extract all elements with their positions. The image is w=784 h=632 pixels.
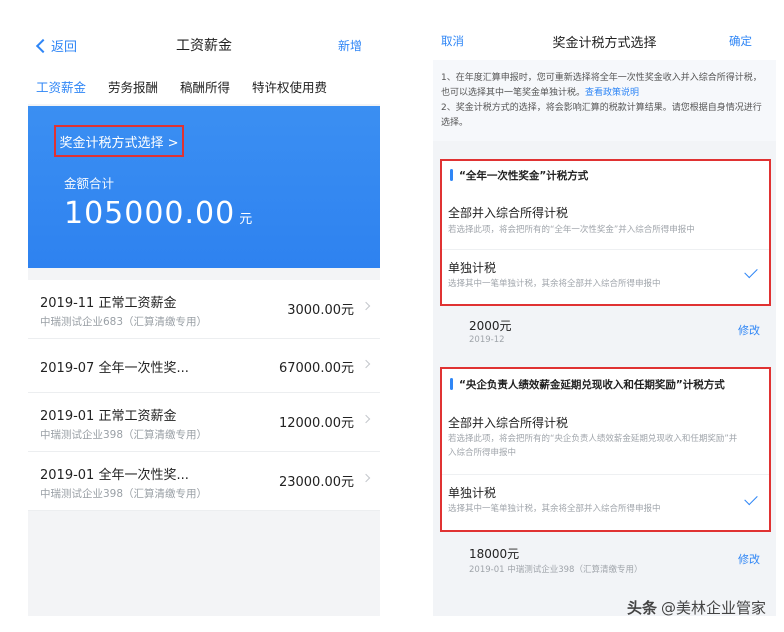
back-label: 返回: [51, 40, 78, 55]
watermark-text: @美林企业管家: [660, 599, 766, 617]
sum-label: 金额合计: [64, 176, 115, 191]
chevron-right-icon: [361, 359, 371, 369]
chevron-right-icon: [361, 301, 371, 311]
watermark: 头条 @美林企业管家: [627, 597, 766, 618]
annual-bonus-section: “全年一次性奖金”计税方式 全部并入综合所得计税 若选择此项，将会把所有的“全年…: [440, 159, 771, 306]
total-amount-unit: 元: [239, 212, 254, 227]
top-nav: 取消 奖金计税方式选择 确定: [433, 22, 776, 60]
policy-link[interactable]: 查看政策说明: [585, 88, 639, 98]
option-title: 单独计税: [448, 486, 497, 500]
amount-date: 2019-01 中瑞测试企业398（汇算清缴专用）: [469, 565, 643, 575]
chevron-right-icon: [361, 473, 371, 483]
income-tabs: 工资薪金 劳务报酬 稿酬所得 特许权使用费: [28, 68, 380, 104]
tab-royalty[interactable]: 稿酬所得: [180, 77, 230, 96]
bonus-method-screen: 取消 奖金计税方式选择 确定 1、在年度汇算申报时，您可重新选择将全年一次性奖金…: [433, 22, 776, 616]
amount-value: 18000元: [469, 547, 520, 561]
option-title: 单独计税: [448, 261, 497, 275]
notice-box: 1、在年度汇算申报时，您可重新选择将全年一次性奖金收入并入综合所得计税，也可以选…: [433, 60, 776, 141]
section-header: “央企负责人绩效薪金延期兑现收入和任期奖励”计税方式: [442, 369, 769, 399]
section-title: “央企负责人绩效薪金延期兑现收入和任期奖励”计税方式: [459, 378, 725, 391]
chevron-right-icon: [361, 414, 371, 424]
tab-labor[interactable]: 劳务报酬: [108, 77, 158, 96]
tab-salary[interactable]: 工资薪金: [36, 77, 86, 96]
option-merge[interactable]: 全部并入综合所得计税 若选择此项，将会把所有的“央企负责人绩效薪金延期兑现收入和…: [442, 399, 769, 474]
bonus-amount-row[interactable]: 2000元 2019-12 修改: [433, 308, 776, 350]
section-marker: [450, 169, 453, 181]
item-title: 2019-07 全年一次性奖...: [40, 361, 189, 376]
tab-franchise[interactable]: 特许权使用费: [252, 77, 327, 96]
edit-button[interactable]: 修改: [738, 322, 760, 338]
option-separate[interactable]: 单独计税 选择其中一笔单独计税，其余将全部并入综合所得申报中: [442, 474, 769, 529]
page-title: 工资薪金: [176, 38, 232, 54]
list-item[interactable]: 2019-07 全年一次性奖... 67000.00元: [28, 339, 380, 393]
section-title: “全年一次性奖金”计税方式: [459, 169, 589, 182]
option-desc: 若选择此项，将会把所有的“全年一次性奖金”并入综合所得申报中: [448, 225, 695, 235]
checkmark-icon: [744, 264, 758, 279]
item-sub: 中瑞测试企业683（汇算清缴专用）: [40, 316, 208, 328]
item-title: 2019-01 正常工资薪金: [40, 409, 177, 424]
option-title: 全部并入综合所得计税: [448, 206, 569, 220]
top-nav: 返回 工资薪金 新增: [28, 22, 380, 68]
item-sub: 中瑞测试企业398（汇算清缴专用）: [40, 488, 208, 500]
item-value: 23000.00元: [278, 475, 354, 490]
section-header: “全年一次性奖金”计税方式: [442, 161, 769, 189]
chevron-left-icon: [35, 38, 51, 53]
bonus-tax-method-button[interactable]: 奖金计税方式选择 >: [54, 125, 184, 157]
add-button[interactable]: 新增: [338, 37, 362, 54]
option-desc: 若选择此项，将会把所有的“央企负责人绩效薪金延期兑现收入和任期奖励”并入综合所得…: [448, 434, 738, 458]
confirm-button[interactable]: 确定: [729, 33, 752, 49]
item-value: 12000.00元: [278, 416, 354, 431]
bonus-amount-row[interactable]: 18000元 2019-01 中瑞测试企业398（汇算清缴专用） 修改: [433, 536, 776, 580]
option-title: 全部并入综合所得计税: [448, 416, 569, 430]
item-value: 67000.00元: [278, 361, 354, 376]
total-amount-value: 105000.00: [64, 196, 236, 231]
watermark-brand: 头条: [626, 599, 657, 617]
page-title: 奖金计税方式选择: [552, 35, 657, 51]
edit-button[interactable]: 修改: [738, 551, 760, 567]
amount-date: 2019-12: [469, 335, 505, 345]
notice-line-2: 2、奖金计税方式的选择，将会影响汇算的税款计算结果。请您根据自身情况进行选择。: [441, 103, 762, 128]
option-desc: 选择其中一笔单独计税，其余将全部并入综合所得申报中: [448, 279, 661, 289]
list-item[interactable]: 2019-01 正常工资薪金 中瑞测试企业398（汇算清缴专用） 12000.0…: [28, 393, 380, 452]
total-amount: 105000.00 元: [64, 196, 253, 231]
item-value: 3000.00元: [287, 303, 354, 318]
option-desc: 选择其中一笔单独计税，其余将全部并入综合所得申报中: [448, 504, 661, 514]
summary-banner: 奖金计税方式选择 > 金额合计 105000.00 元: [28, 106, 380, 268]
salary-screen: 返回 工资薪金 新增 工资薪金 劳务报酬 稿酬所得 特许权使用费 奖金计税方式选…: [28, 22, 380, 616]
item-title: 2019-01 全年一次性奖...: [40, 468, 189, 483]
option-separate[interactable]: 单独计税 选择其中一笔单独计税，其余将全部并入综合所得申报中: [442, 249, 769, 304]
income-list: 2019-11 正常工资薪金 中瑞测试企业683（汇算清缴专用） 3000.00…: [28, 280, 380, 511]
item-sub: 中瑞测试企业398（汇算清缴专用）: [40, 429, 208, 441]
list-item[interactable]: 2019-11 正常工资薪金 中瑞测试企业683（汇算清缴专用） 3000.00…: [28, 280, 380, 339]
option-merge[interactable]: 全部并入综合所得计税 若选择此项，将会把所有的“全年一次性奖金”并入综合所得申报…: [442, 189, 769, 249]
back-button[interactable]: 返回: [35, 36, 78, 55]
amount-value: 2000元: [469, 319, 512, 333]
soe-bonus-section: “央企负责人绩效薪金延期兑现收入和任期奖励”计税方式 全部并入综合所得计税 若选…: [440, 367, 771, 532]
item-title: 2019-11 正常工资薪金: [40, 296, 177, 311]
list-item[interactable]: 2019-01 全年一次性奖... 中瑞测试企业398（汇算清缴专用） 2300…: [28, 452, 380, 511]
cancel-button[interactable]: 取消: [441, 33, 464, 49]
section-marker: [450, 378, 453, 390]
checkmark-icon: [744, 491, 758, 506]
